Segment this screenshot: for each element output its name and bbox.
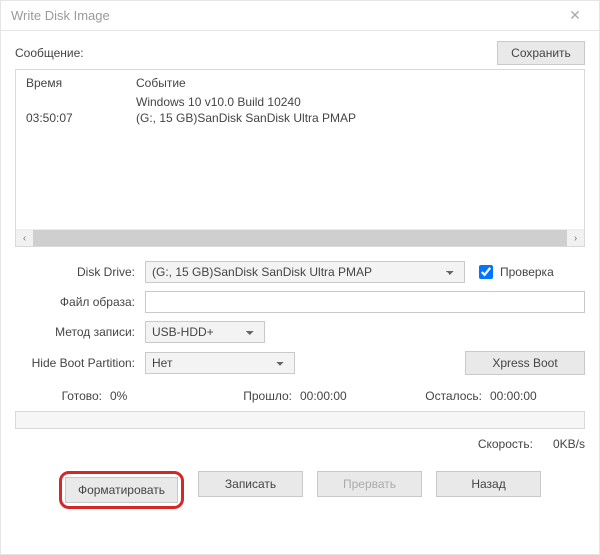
save-button[interactable]: Сохранить xyxy=(497,41,585,65)
scroll-thumb[interactable] xyxy=(33,230,567,246)
window-title: Write Disk Image xyxy=(11,8,110,23)
write-method-label: Метод записи: xyxy=(15,325,145,339)
done-value: 0% xyxy=(110,389,205,403)
write-method-select[interactable]: USB-HDD+ xyxy=(145,321,265,343)
back-button[interactable]: Назад xyxy=(436,471,541,497)
verify-label: Проверка xyxy=(500,265,554,279)
titlebar: Write Disk Image ✕ xyxy=(1,1,599,31)
verify-checkbox-wrap[interactable]: Проверка xyxy=(465,262,585,282)
xpress-boot-button[interactable]: Xpress Boot xyxy=(465,351,585,375)
disk-drive-select[interactable]: (G:, 15 GB)SanDisk SanDisk Ultra PMAP xyxy=(145,261,465,283)
abort-button[interactable]: Прервать xyxy=(317,471,422,497)
horizontal-scrollbar[interactable]: ‹ › xyxy=(16,229,584,246)
hide-boot-label: Hide Boot Partition: xyxy=(15,356,145,370)
write-disk-image-window: Write Disk Image ✕ Сообщение: Сохранить … xyxy=(0,0,600,555)
remain-label: Осталось: xyxy=(395,389,490,403)
image-file-label: Файл образа: xyxy=(15,295,145,309)
log-rows: Windows 10 v10.0 Build 10240 03:50:07 (G… xyxy=(16,94,584,229)
log-event-cell: Windows 10 v10.0 Build 10240 xyxy=(136,95,574,109)
action-buttons: Форматировать Записать Прервать Назад xyxy=(15,471,585,509)
format-button[interactable]: Форматировать xyxy=(65,477,178,503)
verify-checkbox[interactable] xyxy=(479,265,493,279)
speed-value: 0KB/s xyxy=(553,437,585,451)
progress-bar xyxy=(15,411,585,429)
write-button[interactable]: Записать xyxy=(198,471,303,497)
format-highlight: Форматировать xyxy=(59,471,184,509)
scroll-right-icon[interactable]: › xyxy=(567,230,584,247)
scroll-track[interactable] xyxy=(33,230,567,246)
settings-form: Disk Drive: (G:, 15 GB)SanDisk SanDisk U… xyxy=(15,261,585,375)
log-column-time: Время xyxy=(26,76,136,90)
log-time-cell xyxy=(26,95,136,109)
elapsed-value: 00:00:00 xyxy=(300,389,395,403)
log-time-cell: 03:50:07 xyxy=(26,111,136,125)
status-row: Готово: 0% Прошло: 00:00:00 Осталось: 00… xyxy=(15,389,585,403)
log-row: Windows 10 v10.0 Build 10240 xyxy=(26,94,574,110)
disk-drive-label: Disk Drive: xyxy=(15,265,145,279)
log-row: 03:50:07 (G:, 15 GB)SanDisk SanDisk Ultr… xyxy=(26,110,574,126)
remain-value: 00:00:00 xyxy=(490,389,585,403)
message-label: Сообщение: xyxy=(15,46,497,60)
log-column-event: Событие xyxy=(136,76,574,90)
done-label: Готово: xyxy=(15,389,110,403)
speed-row: Скорость: 0KB/s xyxy=(15,437,585,451)
scroll-left-icon[interactable]: ‹ xyxy=(16,230,33,247)
log-pane: Время Событие Windows 10 v10.0 Build 102… xyxy=(15,69,585,247)
hide-boot-select[interactable]: Нет xyxy=(145,352,295,374)
close-icon[interactable]: ✕ xyxy=(561,5,589,27)
dialog-body: Сообщение: Сохранить Время Событие Windo… xyxy=(1,31,599,554)
elapsed-label: Прошло: xyxy=(205,389,300,403)
image-file-input[interactable] xyxy=(145,291,585,313)
speed-label: Скорость: xyxy=(478,437,533,451)
log-event-cell: (G:, 15 GB)SanDisk SanDisk Ultra PMAP xyxy=(136,111,574,125)
